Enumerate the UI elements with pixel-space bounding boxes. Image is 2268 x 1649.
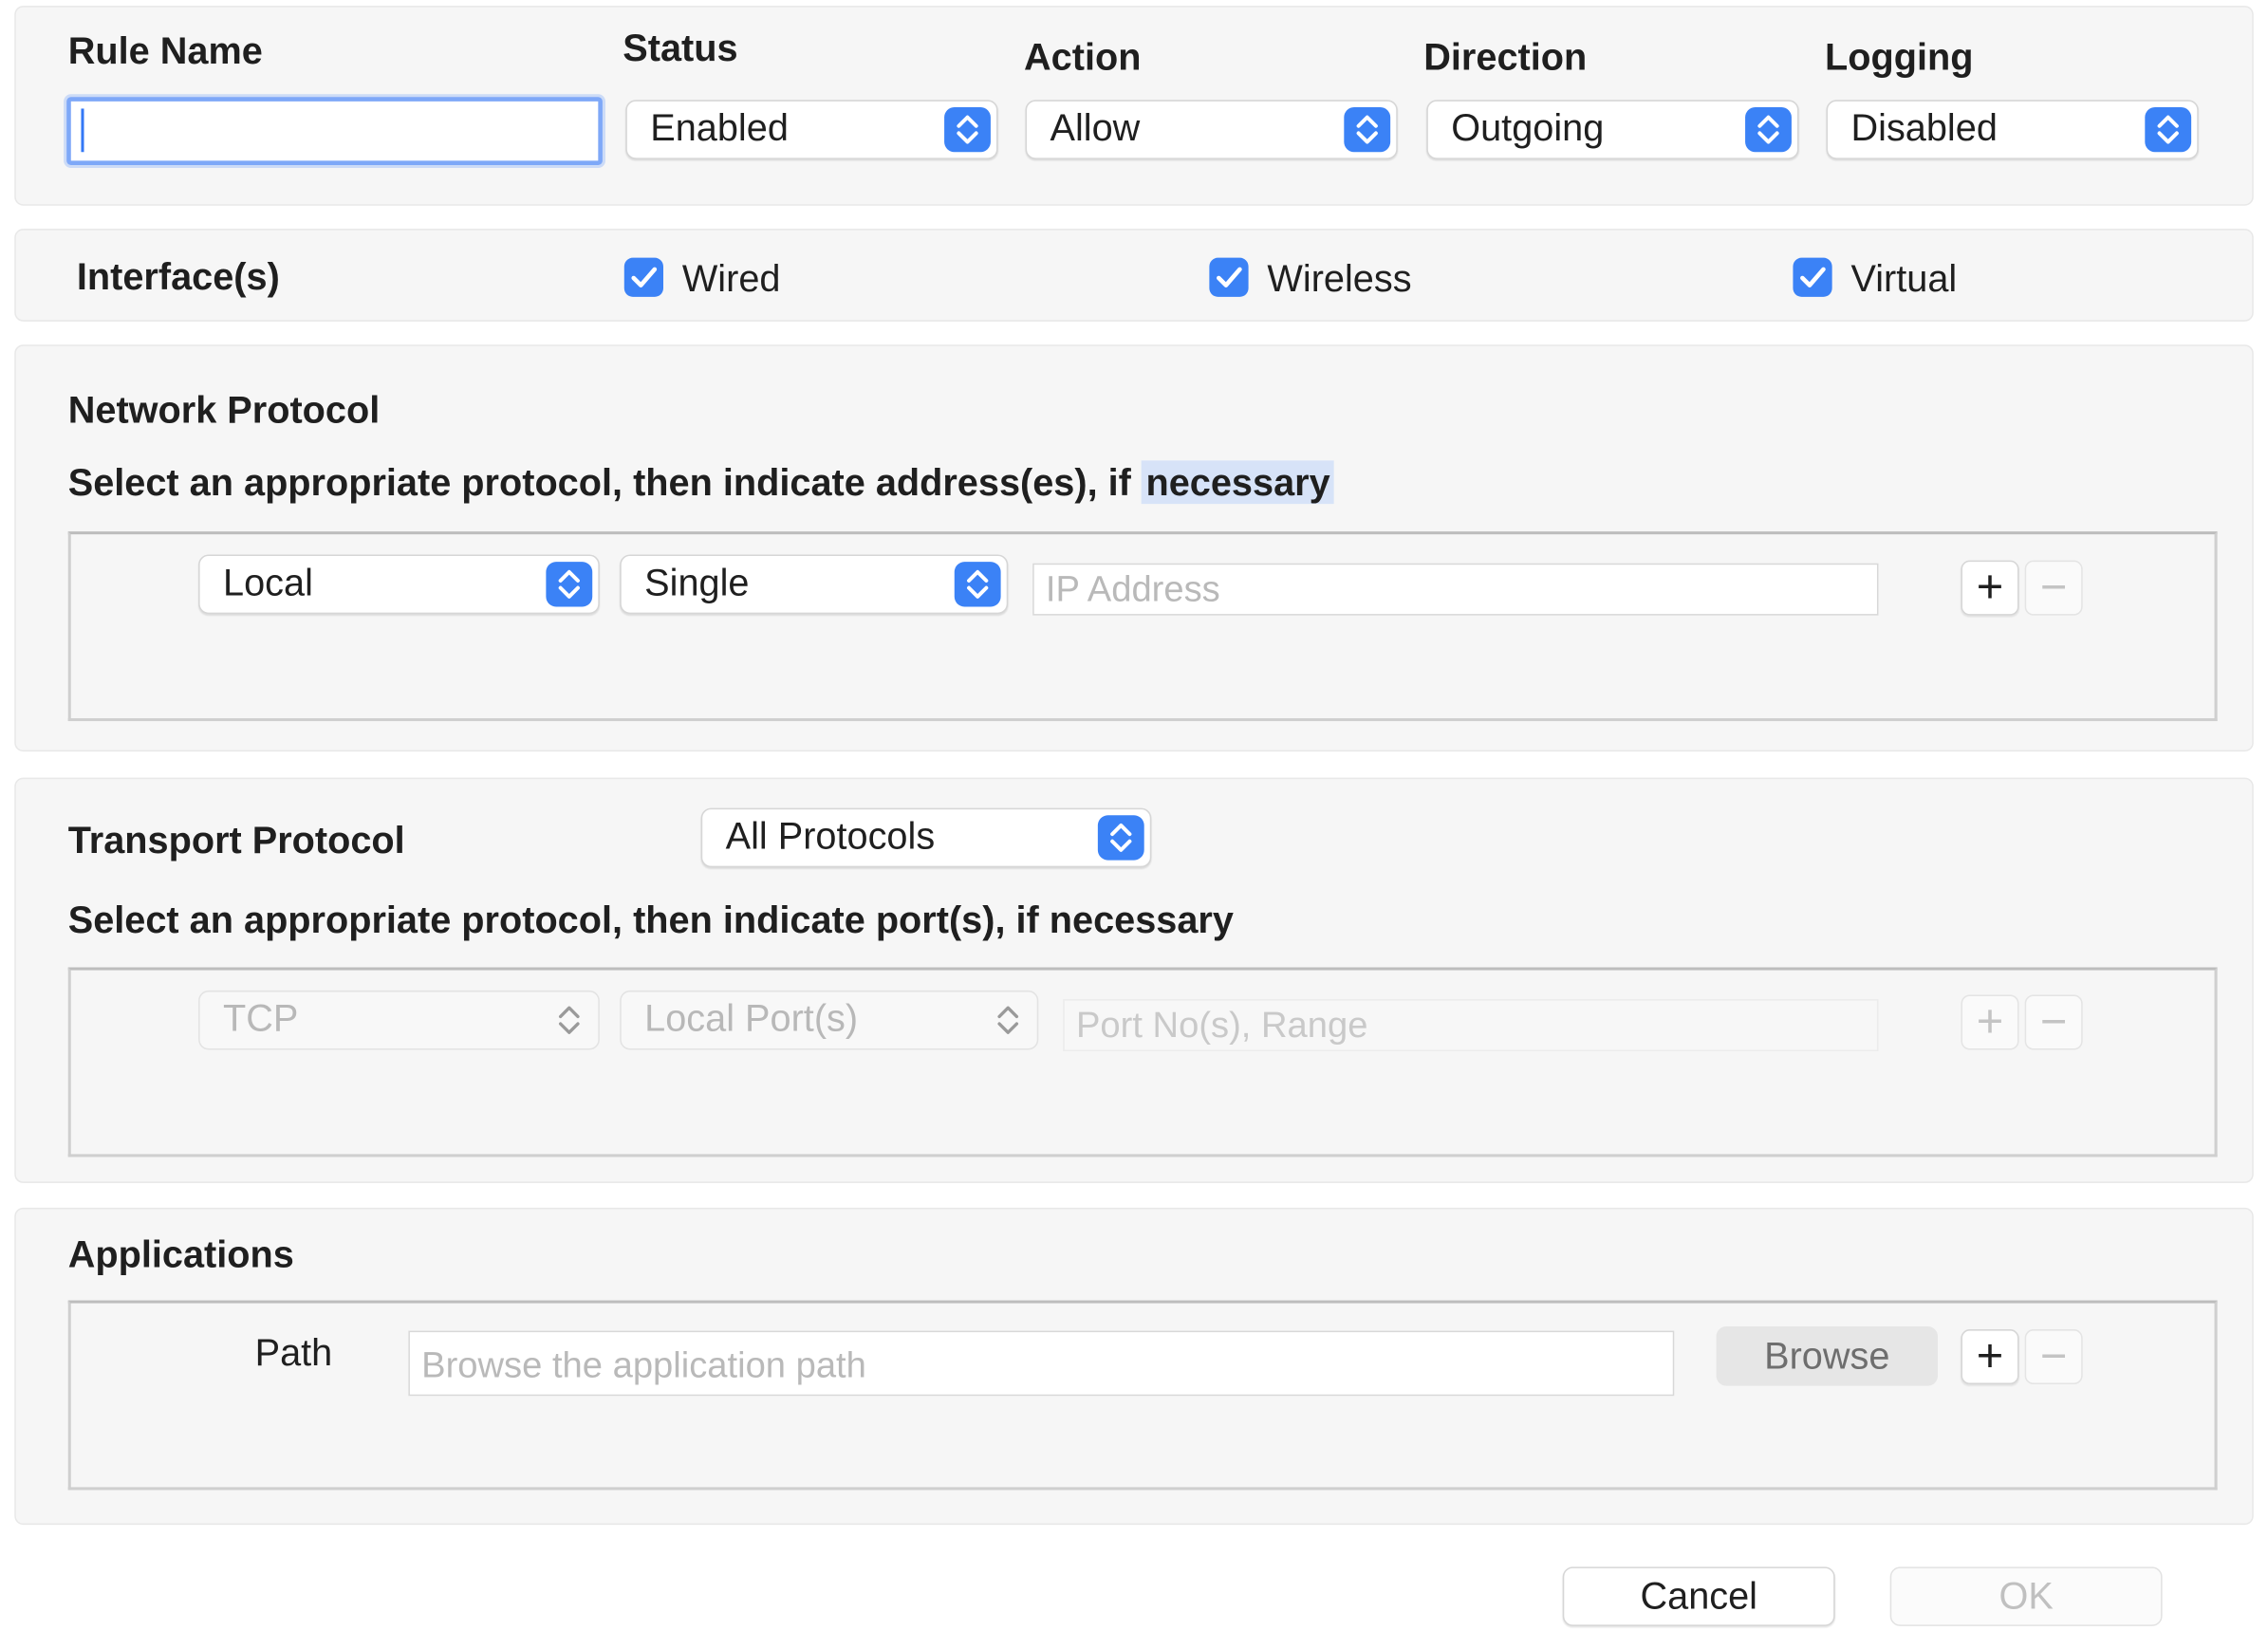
up-down-chevron-icon [546,998,592,1043]
up-down-chevron-icon [546,562,593,607]
cancel-button[interactable]: Cancel [1562,1566,1835,1626]
add-address-button[interactable]: + [1961,560,2019,616]
network-scope-value: Local [223,560,313,604]
wired-checkbox[interactable] [623,257,663,297]
browse-button[interactable]: Browse [1716,1325,1939,1386]
port-protocol-value: TCP [223,996,299,1040]
network-protocol-instruction: Select an appropriate protocol, then ind… [68,460,1335,505]
action-value: Allow [1050,105,1141,150]
up-down-chevron-icon [954,562,1001,607]
wireless-label[interactable]: Wireless [1267,256,1411,301]
transport-protocol-value: All Protocols [725,813,936,858]
rule-name-label: Rule Name [67,28,263,73]
checkmark-icon [1800,267,1826,287]
up-down-chevron-icon [1097,815,1144,861]
up-down-chevron-icon [2145,106,2192,153]
transport-protocol-title: Transport Protocol [67,818,405,862]
network-protocol-title: Network Protocol [67,388,381,432]
up-down-chevron-icon [944,106,991,153]
remove-application-button[interactable]: − [2024,1329,2083,1385]
transport-protocol-instruction: Select an appropriate protocol, then ind… [67,898,1234,942]
port-scope-select[interactable]: Local Port(s) [620,990,1039,1050]
wired-label[interactable]: Wired [682,256,781,301]
firewall-rule-dialog: Rule Name Status Enabled Action Allow Di… [0,0,2268,1648]
port-protocol-select[interactable]: TCP [198,990,600,1050]
up-down-chevron-icon [1745,106,1792,153]
direction-select[interactable]: Outgoing [1426,100,1799,159]
status-label: Status [623,26,738,70]
ip-address-input[interactable] [1032,563,1879,616]
network-type-select[interactable]: Single [620,554,1009,615]
instruction-text: Select an appropriate protocol, then ind… [67,460,1142,505]
remove-port-button[interactable]: − [2024,994,2083,1050]
application-path-input[interactable] [408,1330,1675,1397]
selected-text-highlight: necessary [1141,460,1335,505]
virtual-label[interactable]: Virtual [1850,256,1957,301]
path-label: Path [254,1330,333,1375]
logging-select[interactable]: Disabled [1826,100,2199,159]
port-input[interactable] [1063,999,1879,1052]
logging-value: Disabled [1850,105,1998,150]
checkmark-icon [1217,267,1242,287]
action-select[interactable]: Allow [1025,100,1398,159]
port-scope-value: Local Port(s) [644,996,859,1040]
virtual-checkbox[interactable] [1793,257,1832,297]
wireless-checkbox[interactable] [1209,257,1249,297]
add-application-button[interactable]: + [1961,1329,2019,1385]
interfaces-label: Interface(s) [76,254,280,299]
direction-value: Outgoing [1451,105,1605,150]
network-scope-select[interactable]: Local [198,554,600,615]
up-down-chevron-icon [985,998,1032,1043]
rule-name-input[interactable] [66,97,603,165]
remove-address-button[interactable]: − [2024,560,2083,616]
action-label: Action [1024,34,1142,79]
status-select[interactable]: Enabled [625,100,998,159]
direction-label: Direction [1423,34,1588,79]
logging-label: Logging [1825,34,1974,79]
transport-protocol-select[interactable]: All Protocols [700,807,1152,868]
applications-title: Applications [67,1232,294,1276]
checkmark-icon [631,267,658,287]
up-down-chevron-icon [1344,106,1391,153]
ok-button[interactable]: OK [1889,1566,2163,1626]
network-type-value: Single [644,560,750,604]
text-caret [81,108,84,153]
add-port-button[interactable]: + [1961,994,2019,1050]
status-value: Enabled [650,105,789,150]
